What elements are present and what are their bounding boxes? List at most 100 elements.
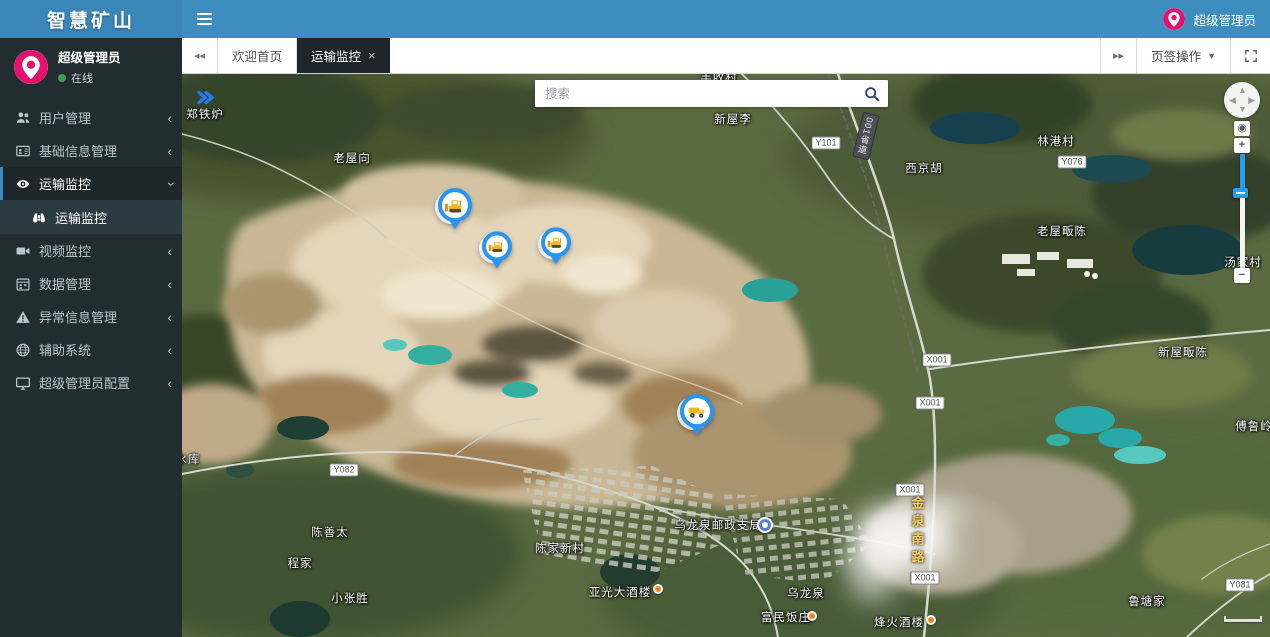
header-avatar-pin-icon [1163,8,1185,30]
road-badge: X001 [895,484,924,497]
zoom-in-button[interactable]: + [1234,138,1250,153]
warning-icon [16,310,30,324]
map-locate-button[interactable]: ◉ [1234,121,1250,136]
pan-right-icon[interactable]: ▶ [1248,96,1255,105]
chevron-left-icon: ‹ [167,244,172,258]
sidebar-item-label: 用户管理 [39,108,158,127]
hamburger-icon[interactable] [182,0,226,38]
map-place-label: 新屋畈陈 [1158,344,1208,360]
online-status-dot [58,74,66,82]
vehicle-marker-truck[interactable] [680,394,714,441]
road-badge: X001 [922,354,951,367]
pan-left-icon[interactable]: ◀ [1229,96,1236,105]
map-place-label: 鲁塘家 [1128,593,1166,609]
user-panel: 超级管理员 在线 [0,38,182,93]
header-username: 超级管理员 [1193,10,1256,29]
globe-icon [16,343,30,357]
vehicle-marker-bulldozer[interactable] [541,227,571,270]
map-scale-bar [1224,616,1262,622]
map-place-label: 程家 [288,555,313,571]
sidebar-item-video-monitor[interactable]: 视频监控 ‹ [0,234,182,267]
header-user-menu[interactable]: 超级管理员 [1163,8,1256,30]
road-badge: Y082 [329,464,358,477]
zoom-slider-track-upper[interactable] [1240,154,1245,188]
sidebar: 智慧矿山 超级管理员 在线 用户管理 ‹ 基础信息管理 ‹ 运输监控 ‹ 运输监… [0,0,182,637]
sidebar-item-label: 辅助系统 [39,340,158,359]
pan-down-icon[interactable]: ▼ [1238,105,1247,114]
sidebar-item-exception-info[interactable]: 异常信息管理 ‹ [0,300,182,333]
tab-operations-dropdown[interactable]: 页签操作 ▼ [1136,38,1230,73]
tab-label: 运输监控 [311,46,361,65]
eye-icon [16,177,30,191]
fullscreen-button[interactable] [1230,38,1270,73]
app-window: 智慧矿山 超级管理员 在线 用户管理 ‹ 基础信息管理 ‹ 运输监控 ‹ 运输监… [0,0,1270,637]
sidebar-item-label: 运输监控 [55,208,172,227]
poi-dot [807,611,817,621]
tab-欢迎首页[interactable]: 欢迎首页 [218,38,297,73]
vehicle-marker-bulldozer[interactable] [482,231,512,274]
data-icon [16,277,30,291]
chevron-left-icon: ‹ [167,343,172,357]
sidebar-menu: 用户管理 ‹ 基础信息管理 ‹ 运输监控 ‹ 运输监控 视频监控 ‹ 数据管理 … [0,101,182,399]
scroll-tabs-right-button[interactable]: ▶▶ [1100,38,1136,73]
map-canvas[interactable]: ▲ ▼ ◀ ▶ ◉ + − 丰收村郑铁炉老屋向新屋李Y101001省道西京胡林港… [182,74,1270,637]
chevron-down-icon: ‹ [163,181,177,186]
sidebar-item-label: 数据管理 [39,274,158,293]
sidebar-item-label: 异常信息管理 [39,307,158,326]
zoom-slider-handle[interactable] [1233,188,1248,198]
tab-运输监控[interactable]: 运输监控 × [297,38,390,73]
map-place-label: 陈家新村 [535,540,585,556]
road-badge: Y076 [1057,156,1086,169]
road-badge: Y081 [1225,579,1254,592]
expand-icon [1244,49,1258,63]
map-place-label: 小张胜 [331,590,369,606]
sidebar-item-transport-monitor[interactable]: 运输监控 ‹ [0,167,182,200]
sidebar-item-transport-monitor-sub[interactable]: 运输监控 [0,200,182,234]
video-icon [16,244,30,258]
bulldozer-icon [444,197,466,214]
scroll-tabs-left-button[interactable]: ◀◀ [182,38,218,73]
map-place-label: 陈善太 [311,524,349,540]
tab-operations-label: 页签操作 [1151,46,1201,65]
tab-bar: ◀◀ 欢迎首页运输监控 × ▶▶ 页签操作 ▼ [182,38,1270,74]
zoom-out-button[interactable]: − [1234,268,1250,283]
search-input[interactable] [535,80,856,107]
chevron-left-icon: ‹ [167,310,172,324]
header: 超级管理员 [182,0,1270,38]
map-place-label: 傅鲁岭 [1235,418,1270,434]
sidebar-item-label: 基础信息管理 [39,141,158,160]
submenu: 运输监控 [0,200,182,234]
close-icon[interactable]: × [368,49,376,62]
map-place-label: 老屋畈陈 [1037,223,1087,239]
id-card-icon [16,144,30,158]
sidebar-item-label: 超级管理员配置 [39,373,158,392]
post-office-poi-icon [757,517,773,533]
map-place-label: 乌龙泉 [787,585,825,601]
bulldozer-icon [488,240,506,254]
sidebar-item-label: 运输监控 [39,174,158,193]
binoculars-icon [32,210,46,224]
map-place-label: 西京胡 [905,160,943,176]
users-icon [16,111,30,125]
sidebar-item-data-manage[interactable]: 数据管理 ‹ [0,267,182,300]
zoom-slider-track-lower[interactable] [1240,198,1245,268]
search-button[interactable] [856,80,888,107]
sidebar-item-users[interactable]: 用户管理 ‹ [0,101,182,134]
app-logo[interactable]: 智慧矿山 [0,0,182,38]
user-name: 超级管理员 [58,47,121,66]
app-logo-text: 智慧矿山 [47,6,135,33]
pan-up-icon[interactable]: ▲ [1238,86,1247,95]
map-place-label: 乌龙泉邮政支局 [674,517,762,533]
sidebar-item-admin-config[interactable]: 超级管理员配置 ‹ [0,366,182,399]
vehicle-marker-bulldozer[interactable] [438,188,472,235]
poi-dot [926,615,936,625]
sidebar-item-auxiliary[interactable]: 辅助系统 ‹ [0,333,182,366]
blue-arrow-icon [196,90,216,111]
caret-down-icon: ▼ [1207,51,1216,61]
map-place-label: 烽火酒楼 [874,614,924,630]
map-place-label: 水库 [182,451,201,467]
sidebar-item-base-info[interactable]: 基础信息管理 ‹ [0,134,182,167]
map-pan-control[interactable]: ▲ ▼ ◀ ▶ [1224,82,1260,118]
map-place-label: 亚光大酒楼 [589,584,652,600]
chevron-left-icon: ‹ [167,376,172,390]
